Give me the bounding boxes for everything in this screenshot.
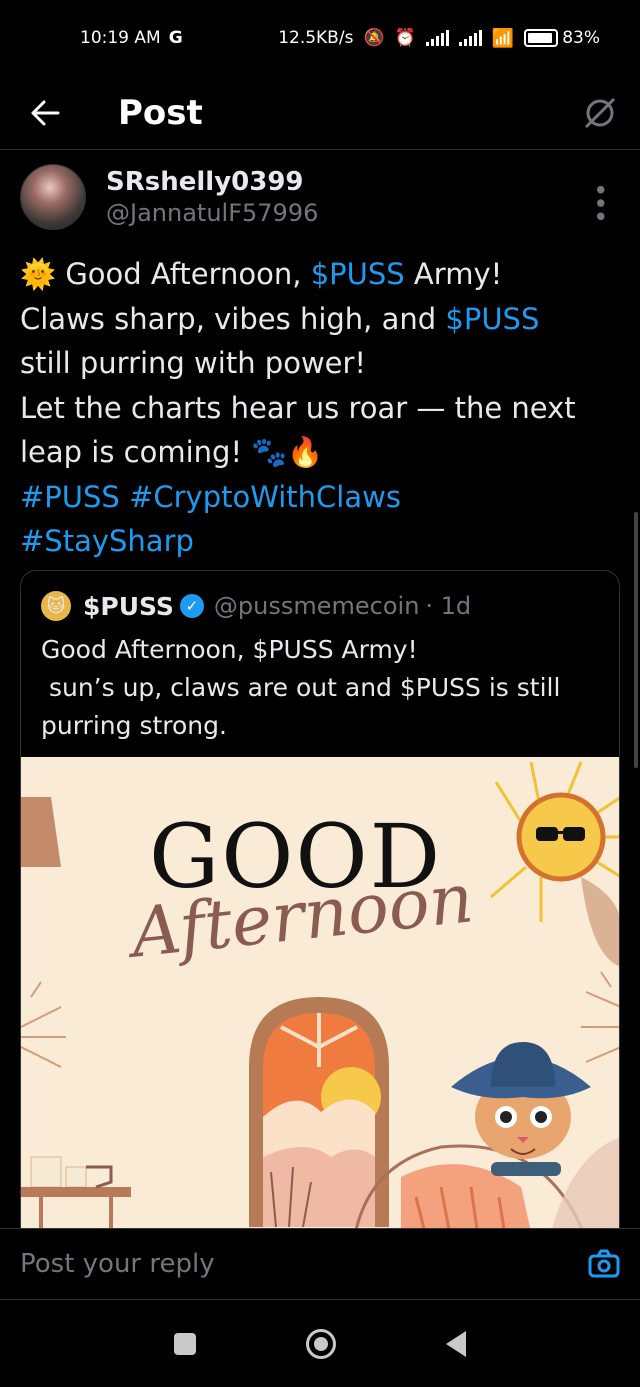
post-author: SRshelly0399 @JannatulF57996 •••	[20, 164, 620, 230]
status-left: 10:19 AM G	[80, 28, 183, 48]
scrollbar[interactable]	[634, 512, 638, 768]
alarm-icon: ⏰	[394, 28, 416, 48]
post-text-line: Claws sharp, vibes high, and $PUSS	[20, 297, 620, 342]
quoted-avatar: 🐱	[41, 591, 71, 621]
clock: 10:19 AM	[80, 28, 161, 48]
post-text-segment: leap is coming! 🐾🔥	[20, 435, 324, 469]
top-app-bar: Post	[0, 76, 640, 150]
post-text: 🌞 Good Afternoon, $PUSS Army! Claws sharp…	[20, 252, 620, 564]
user-handle[interactable]: @JannatulF57996	[106, 198, 318, 228]
status-bar: 10:19 AM G 12.5KB/s 🔕 ⏰ 📶 83%	[0, 0, 640, 76]
reply-input[interactable]: Post your reply	[20, 1249, 588, 1279]
home-button[interactable]	[306, 1328, 336, 1359]
post-text-segment: Claws sharp, vibes high, and	[20, 301, 446, 336]
post-text-line: still purring with power!	[20, 341, 620, 386]
system-back-button[interactable]	[446, 1330, 466, 1357]
author-names: SRshelly0399 @JannatulF57996	[106, 166, 318, 229]
hashtag-link[interactable]: #StaySharp	[20, 524, 194, 558]
wifi-icon: 📶	[491, 27, 515, 49]
quoted-time: · 1d	[425, 592, 472, 620]
quoted-post[interactable]: 🐱 $PUSS ✓ @pussmemecoin · 1d Good Aftern…	[20, 570, 620, 1270]
avatar[interactable]	[20, 164, 86, 230]
quoted-text-line: purring strong.	[41, 711, 227, 740]
net-speed: 12.5KB/s	[278, 28, 354, 48]
cashtag-link[interactable]: $PUSS	[311, 257, 405, 291]
page-title: Post	[118, 92, 203, 133]
battery-level: 83%	[562, 28, 600, 48]
post-text-line: #PUSS #CryptoWithClaws	[20, 475, 620, 520]
post: SRshelly0399 @JannatulF57996 ••• 🌞 Good …	[20, 164, 620, 564]
hashtag-link[interactable]: #PUSS	[20, 480, 120, 514]
quoted-name: $PUSS	[83, 591, 174, 621]
quoted-text-line: Good Afternoon, $PUSS Army!	[41, 635, 418, 664]
recents-button[interactable]	[174, 1332, 196, 1355]
system-nav-bar	[0, 1300, 640, 1387]
post-text-segment: Let the charts hear us roar — the next	[20, 390, 576, 425]
post-text-line: #StaySharp	[20, 519, 620, 564]
reply-bar: Post your reply	[0, 1228, 640, 1300]
mute-icon: 🔕	[363, 28, 385, 48]
verified-badge-icon: ✓	[179, 594, 204, 618]
carrier-icon: G	[168, 28, 183, 48]
post-text-line: Let the charts hear us roar — the next	[20, 386, 620, 431]
post-text-segment	[120, 480, 129, 514]
post-text-segment: Army!	[404, 257, 503, 291]
quoted-text-line: sun’s up, claws are out and $PUSS is sti…	[41, 673, 561, 702]
post-text-segment: 🌞 Good Afternoon,	[20, 257, 311, 291]
quoted-text: Good Afternoon, $PUSS Army! sun’s up, cl…	[21, 621, 619, 745]
back-arrow-icon[interactable]	[0, 100, 90, 126]
battery-icon: 83%	[524, 28, 600, 48]
status-right: 12.5KB/s 🔕 ⏰ 📶 83%	[278, 28, 600, 49]
post-text-segment: still purring with power!	[20, 346, 367, 380]
cashtag-link[interactable]: $PUSS	[445, 302, 539, 336]
more-options-icon[interactable]: •••	[584, 164, 620, 222]
post-text-line: 🌞 Good Afternoon, $PUSS Army!	[20, 252, 620, 297]
grok-icon[interactable]	[560, 95, 640, 131]
camera-icon[interactable]	[588, 1248, 620, 1280]
quoted-handle: @pussmemecoin	[213, 592, 420, 620]
signal-icon-2	[458, 30, 482, 46]
quoted-image[interactable]: GOOD Afternoon	[21, 757, 619, 1269]
display-name[interactable]: SRshelly0399	[106, 166, 318, 199]
hashtag-link[interactable]: #CryptoWithClaws	[129, 480, 401, 514]
signal-icon	[425, 30, 449, 46]
quoted-post-header: 🐱 $PUSS ✓ @pussmemecoin · 1d	[21, 571, 619, 621]
post-text-line: leap is coming! 🐾🔥	[20, 430, 620, 475]
